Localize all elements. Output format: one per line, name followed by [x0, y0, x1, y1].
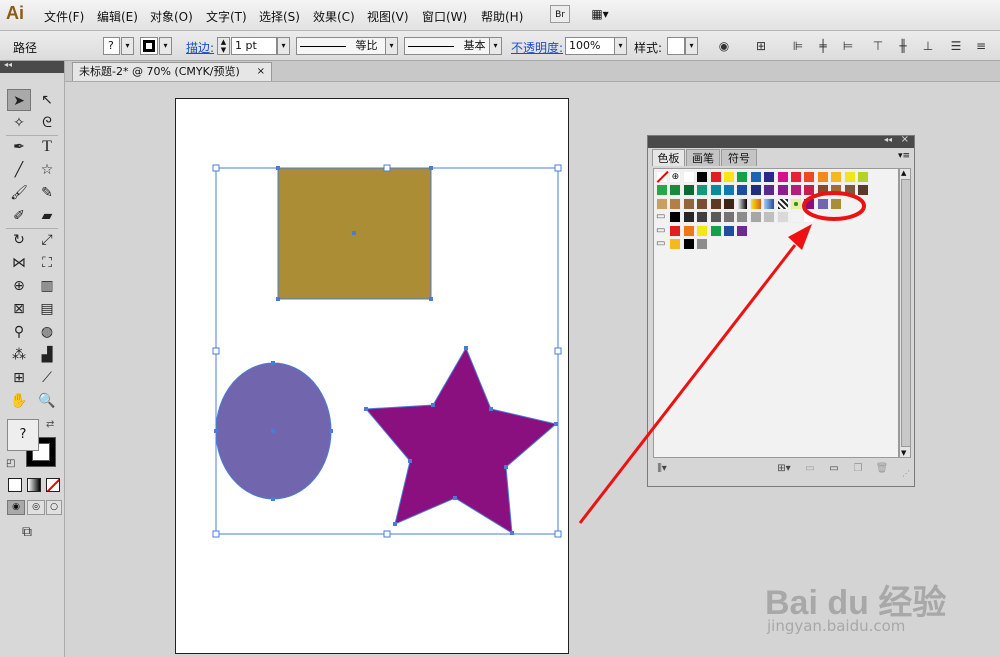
swatch-registration[interactable]: ⊕: [669, 171, 682, 183]
handle-middle-left[interactable]: [212, 347, 220, 355]
handle-top-center[interactable]: [383, 164, 391, 172]
swatch[interactable]: [736, 171, 749, 183]
panel-menu-icon[interactable]: ▾≡: [898, 151, 910, 161]
swatch-gradient[interactable]: [736, 197, 749, 210]
swatch[interactable]: [669, 238, 682, 250]
color-group-folder-icon: ▭: [656, 211, 666, 223]
handle-bottom-right[interactable]: [554, 530, 562, 538]
swatch[interactable]: [696, 171, 709, 183]
swatch[interactable]: [696, 238, 709, 250]
swatch[interactable]: [723, 171, 735, 183]
swatch[interactable]: [669, 224, 682, 237]
swatch[interactable]: [749, 171, 762, 183]
swatch[interactable]: [803, 197, 816, 210]
swatch[interactable]: [696, 211, 709, 224]
tab-symbols[interactable]: 符号: [721, 149, 757, 166]
swatch-gradient[interactable]: [763, 197, 776, 210]
swatch[interactable]: [763, 171, 776, 183]
swatch[interactable]: [709, 184, 722, 197]
swatch[interactable]: [696, 197, 709, 210]
swatch[interactable]: [843, 184, 856, 197]
swatch-none[interactable]: [656, 170, 669, 183]
swatch[interactable]: [776, 211, 789, 224]
scrollbar-thumb[interactable]: [901, 179, 911, 447]
watermark-url: jingyan.baidu.com: [767, 617, 906, 635]
swatch-libraries-icon[interactable]: ⫼▾: [654, 462, 670, 476]
swatch[interactable]: [830, 171, 843, 183]
scroll-up-icon[interactable]: ▲: [901, 169, 906, 177]
swatch[interactable]: [709, 171, 722, 183]
swatch[interactable]: [749, 211, 762, 224]
resize-grip-icon[interactable]: ⋰: [898, 467, 914, 481]
handle-bottom-center[interactable]: [383, 530, 391, 538]
swatch[interactable]: [803, 171, 816, 183]
swatch[interactable]: [776, 171, 789, 183]
star-shape[interactable]: [364, 346, 558, 534]
swatch[interactable]: [723, 224, 735, 237]
delete-swatch-icon[interactable]: 🗑: [874, 462, 890, 476]
swatches-panel: ◂◂ × 色板 画笔 符号 ▾≡ ⊕ ▭ ▭ ▭ ▲ ▼ ⫼▾ ⊞▾ ▭ ▭ ❐ 🗑 …: [647, 134, 915, 487]
swatch[interactable]: [763, 211, 776, 224]
swatch[interactable]: [763, 184, 776, 197]
swatch[interactable]: [830, 184, 843, 197]
handle-top-right[interactable]: [554, 164, 562, 172]
swatch[interactable]: [776, 184, 789, 197]
swatch[interactable]: [790, 171, 802, 183]
swatch[interactable]: [736, 224, 749, 237]
swatch[interactable]: [669, 184, 682, 197]
swatch[interactable]: [696, 184, 709, 197]
swatch-pattern[interactable]: [790, 197, 802, 210]
swatch[interactable]: [790, 184, 802, 197]
swatch[interactable]: [723, 211, 735, 224]
swatch[interactable]: [857, 171, 869, 183]
swatch[interactable]: [709, 211, 722, 224]
swatch[interactable]: [843, 171, 856, 183]
swatch[interactable]: [709, 224, 722, 237]
swatch[interactable]: [682, 224, 695, 237]
swatch-grid: ⊕ ▭ ▭ ▭: [653, 168, 899, 458]
tab-brushes[interactable]: 画笔: [686, 149, 720, 166]
tab-swatches[interactable]: 色板: [652, 149, 685, 166]
swatch[interactable]: [656, 197, 668, 210]
handle-bottom-left[interactable]: [212, 530, 220, 538]
swatch[interactable]: [816, 171, 829, 183]
swatch[interactable]: [682, 184, 695, 197]
scroll-down-icon[interactable]: ▼: [901, 449, 906, 457]
swatch[interactable]: [723, 184, 735, 197]
panel-close-icon[interactable]: ×: [901, 134, 909, 145]
color-group-folder-icon: ▭: [656, 238, 666, 249]
swatch[interactable]: [723, 197, 735, 210]
swatch[interactable]: [682, 171, 695, 183]
handle-top-left[interactable]: [212, 164, 220, 172]
swatch[interactable]: [749, 184, 762, 197]
swatch[interactable]: [803, 211, 816, 224]
swatch[interactable]: [736, 184, 749, 197]
swatch[interactable]: [830, 197, 843, 210]
swatch[interactable]: [682, 238, 695, 250]
swatch[interactable]: [709, 197, 722, 210]
new-color-group-icon[interactable]: ▭: [826, 462, 842, 476]
swatch[interactable]: [682, 197, 695, 210]
swatch-gradient[interactable]: [749, 197, 762, 210]
swatch-options-icon[interactable]: ▭: [802, 462, 818, 476]
swatch[interactable]: [696, 224, 709, 237]
swatch[interactable]: [682, 211, 695, 224]
swatch[interactable]: [816, 184, 829, 197]
panel-title-bar[interactable]: ◂◂ ×: [648, 134, 914, 148]
swatch[interactable]: [816, 197, 829, 210]
panel-collapse-icon[interactable]: ◂◂: [884, 135, 892, 144]
swatch-scrollbar[interactable]: ▲ ▼: [899, 168, 911, 458]
show-kinds-icon[interactable]: ⊞▾: [776, 462, 792, 476]
swatch[interactable]: [656, 184, 668, 197]
swatch[interactable]: [803, 184, 816, 197]
color-group-folder-icon: ▭: [656, 224, 666, 236]
swatch[interactable]: [790, 211, 802, 224]
new-swatch-icon[interactable]: ❐: [850, 462, 866, 476]
swatch[interactable]: [669, 211, 682, 224]
handle-middle-right[interactable]: [554, 347, 562, 355]
swatch[interactable]: [669, 197, 682, 210]
swatch-pattern[interactable]: [776, 197, 789, 210]
swatch[interactable]: [736, 211, 749, 224]
swatch[interactable]: [857, 184, 869, 197]
